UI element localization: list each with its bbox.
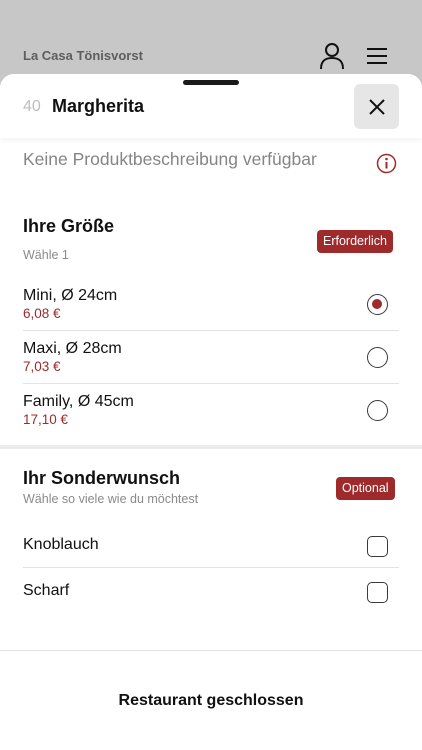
restaurant-status: Restaurant geschlossen bbox=[118, 692, 304, 709]
item-number: 40 bbox=[23, 98, 41, 115]
sheet-grabber[interactable] bbox=[183, 80, 239, 85]
extras-group-title: Ihr Sonderwunsch bbox=[23, 468, 181, 488]
option-name: Scharf bbox=[23, 582, 70, 599]
optional-badge: Optional bbox=[336, 477, 395, 500]
checkbox[interactable] bbox=[367, 582, 388, 603]
restaurant-name: La Casa Tönisvorst bbox=[23, 48, 143, 63]
size-group-title: Ihre Größe bbox=[23, 216, 115, 236]
checkbox[interactable] bbox=[367, 536, 388, 557]
product-sheet: 40 Margherita Keine Produktbeschreibung … bbox=[0, 74, 422, 750]
radio-button[interactable] bbox=[367, 294, 388, 315]
user-icon[interactable] bbox=[319, 42, 345, 70]
option-name: Mini, Ø 24cm bbox=[23, 287, 118, 304]
sheet-footer: Restaurant geschlossen bbox=[0, 650, 422, 750]
option-price: 6,08 € bbox=[23, 306, 61, 321]
menu-icon[interactable] bbox=[365, 46, 389, 66]
extras-group-subtitle: Wähle so viele wie du möchtest bbox=[23, 492, 199, 506]
option-name: Family, Ø 45cm bbox=[23, 393, 134, 410]
radio-button[interactable] bbox=[367, 400, 388, 421]
section-divider bbox=[0, 445, 422, 449]
option-name: Knoblauch bbox=[23, 536, 99, 553]
info-icon[interactable] bbox=[376, 153, 397, 174]
item-title: Margherita bbox=[52, 96, 145, 116]
extra-option-knoblauch[interactable]: Knoblauch bbox=[23, 522, 399, 568]
extra-option-scharf[interactable]: Scharf bbox=[23, 568, 399, 614]
option-price: 7,03 € bbox=[23, 359, 61, 374]
radio-button[interactable] bbox=[367, 347, 388, 368]
size-option-maxi[interactable]: Maxi, Ø 28cm 7,03 € bbox=[23, 331, 399, 384]
sheet-header: 40 Margherita bbox=[0, 74, 422, 138]
required-badge: Erforderlich bbox=[317, 230, 393, 253]
size-option-mini[interactable]: Mini, Ø 24cm 6,08 € bbox=[23, 278, 399, 331]
option-price: 17,10 € bbox=[23, 412, 69, 427]
close-icon bbox=[368, 98, 385, 115]
option-name: Maxi, Ø 28cm bbox=[23, 340, 122, 357]
item-description: Keine Produktbeschreibung verfügbar bbox=[23, 149, 317, 169]
size-option-family[interactable]: Family, Ø 45cm 17,10 € bbox=[23, 384, 399, 437]
size-group-subtitle: Wähle 1 bbox=[23, 248, 69, 262]
close-button[interactable] bbox=[354, 84, 399, 129]
